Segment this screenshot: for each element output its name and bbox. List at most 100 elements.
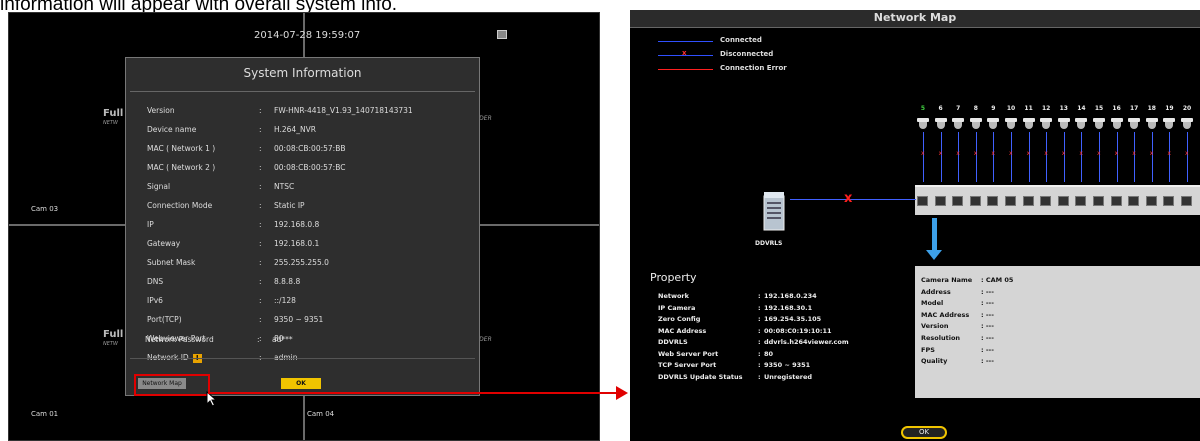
camera-link-line [1116, 132, 1118, 182]
switch-port[interactable] [1057, 196, 1069, 206]
info-value: 8.8.8.8 [274, 277, 301, 286]
camera-info-key: Camera Name [921, 276, 973, 284]
switch-port[interactable] [969, 196, 981, 206]
colon: : [758, 315, 761, 323]
info-value: ::/128 [274, 296, 296, 305]
server-link-line [790, 199, 916, 200]
switch-port[interactable] [987, 196, 999, 206]
camera-link-line [1011, 132, 1012, 182]
info-row-port: Port(TCP): 9350 ~ 9351 [147, 311, 467, 330]
ok-button[interactable]: OK [281, 378, 321, 389]
brand-logo-bottom: Full [103, 329, 124, 340]
info-value: Static IP [274, 201, 305, 210]
info-row-mac1: MAC ( Network 1 ): 00:08:CB:00:57:BB [147, 140, 467, 159]
info-row-ip: IP: 192.168.0.8 [147, 216, 467, 235]
camera-link-line [923, 132, 924, 182]
disconnected-x-icon: x [1061, 150, 1066, 157]
datetime-display: 2014-07-28 19:59:07 [254, 30, 361, 41]
camera-link-line [1028, 132, 1030, 182]
switch-port[interactable] [1022, 196, 1034, 206]
camera-link-line [1134, 132, 1136, 182]
switch-port[interactable] [917, 196, 928, 206]
switch-port[interactable] [1093, 196, 1104, 206]
info-key: Version [147, 106, 175, 115]
ip-camera-icon[interactable] [987, 118, 1000, 130]
info-key: Signal [147, 182, 171, 191]
ip-camera-icon[interactable] [1005, 118, 1017, 130]
switch-port[interactable] [952, 196, 964, 206]
ip-camera-icon[interactable] [952, 118, 965, 130]
arrow-head-icon [616, 386, 628, 400]
ok-button[interactable]: OK [901, 426, 947, 439]
disconnected-x-icon: x [1026, 150, 1031, 157]
info-key: Connection Mode [147, 201, 213, 210]
ip-camera-icon[interactable] [1163, 118, 1176, 130]
colon: : [259, 201, 262, 210]
down-arrow-line [932, 218, 937, 253]
port-number: 11 [1024, 105, 1033, 112]
info-value: ad*** [272, 335, 293, 344]
colon: : [259, 296, 262, 305]
disconnected-x-icon: x [1097, 150, 1101, 157]
port-number: 8 [973, 105, 978, 112]
camera-info-value: : CAM 05 [981, 276, 1014, 284]
disconnected-x-icon: x [1009, 150, 1013, 157]
info-value: 255.255.255.0 [274, 258, 329, 267]
ip-camera-icon[interactable] [1075, 118, 1088, 130]
server-icon[interactable] [760, 190, 788, 234]
camera-info-value: : --- [981, 345, 994, 354]
port-number: 17 [1130, 105, 1139, 112]
port-number: 16 [1112, 105, 1121, 112]
port-number: 10 [1006, 105, 1016, 112]
property-key: Zero Config [658, 315, 701, 323]
switch-port[interactable] [1005, 196, 1016, 206]
switch-port[interactable] [1040, 196, 1052, 206]
ip-camera-icon[interactable] [1110, 118, 1123, 130]
property-value: 192.168.0.234 [764, 292, 817, 300]
ip-camera-icon[interactable] [1040, 118, 1053, 130]
ip-camera-icon[interactable] [1057, 118, 1070, 130]
info-key: Device name [147, 125, 197, 134]
switch-port[interactable] [1075, 196, 1087, 206]
info-value: NTSC [274, 182, 295, 191]
ip-camera-icon[interactable] [917, 118, 929, 130]
camera-link-line [1081, 132, 1083, 182]
info-key: MAC ( Network 1 ) [147, 144, 216, 153]
camera-info-key: Quality [921, 357, 948, 366]
server-label: DDVRLS [755, 240, 783, 247]
window-title: Network Map [630, 10, 1200, 28]
ip-camera-icon[interactable] [1093, 118, 1105, 130]
down-arrow-icon [926, 250, 942, 260]
switch-port[interactable] [934, 196, 946, 206]
colon: : [259, 239, 262, 248]
ip-camera-icon[interactable] [934, 118, 947, 130]
port-number: 18 [1147, 105, 1156, 112]
property-value: Unregistered [764, 372, 813, 381]
colon: : [259, 182, 262, 191]
switch-port[interactable] [1145, 196, 1157, 206]
legend-line [658, 41, 713, 42]
camera-link-line [940, 132, 942, 182]
switch-port[interactable] [1110, 196, 1122, 206]
ip-camera-icon[interactable] [1181, 118, 1193, 130]
connector-line [208, 392, 624, 394]
port-number: 13 [1059, 105, 1068, 112]
info-row-mac2: MAC ( Network 2 ): 00:08:CB:00:57:BC [147, 159, 467, 178]
camera-info-panel: Camera Name: CAM 05 Address: --- Model: --… [915, 266, 1200, 398]
switch-port[interactable] [1163, 196, 1175, 206]
info-value: 9350 ~ 9351 [274, 315, 324, 324]
ip-camera-icon[interactable] [1022, 118, 1035, 130]
colon: : [257, 335, 260, 344]
info-key: Gateway [147, 239, 181, 248]
colon: : [758, 372, 761, 381]
switch-port[interactable] [1128, 196, 1140, 206]
camera-link-line [975, 132, 977, 182]
ip-camera-icon[interactable] [1145, 118, 1158, 130]
switch-port[interactable] [1181, 196, 1192, 206]
property-key: Web Server Port [658, 349, 719, 358]
ip-camera-icon[interactable] [969, 118, 982, 130]
colon: : [259, 125, 262, 134]
colon: : [259, 144, 262, 153]
ip-camera-icon[interactable] [1128, 118, 1141, 130]
info-key: Port(TCP) [147, 315, 182, 324]
